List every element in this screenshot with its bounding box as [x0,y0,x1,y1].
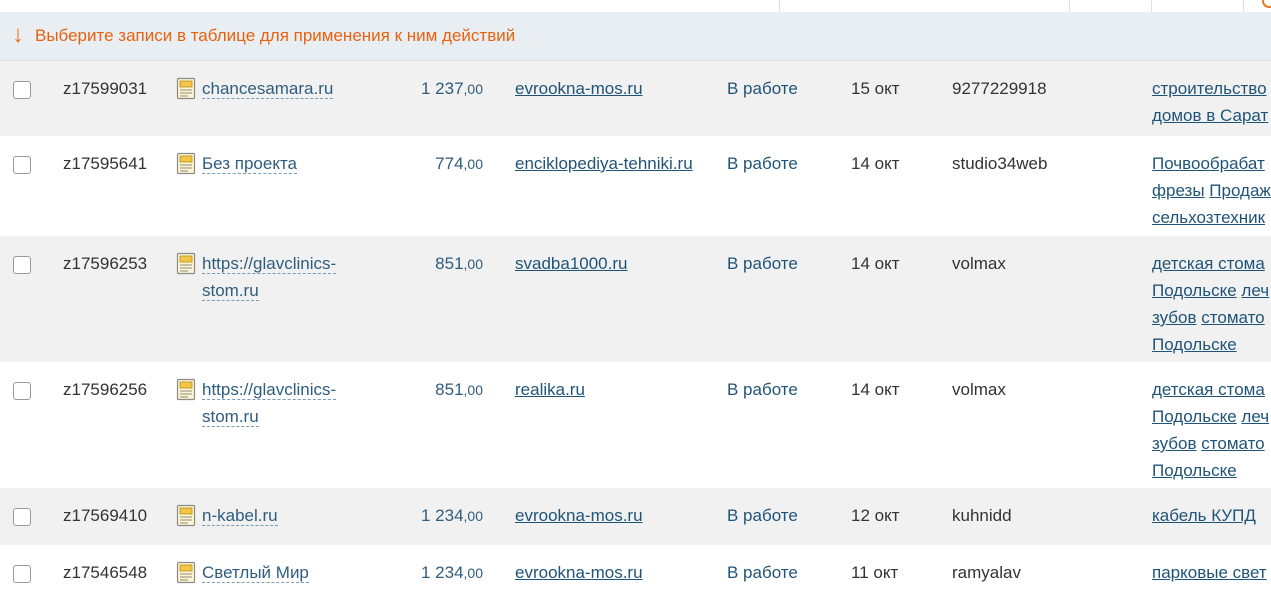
column-divider [1243,0,1244,12]
order-id: z17546548 [63,563,148,582]
keyword-link[interactable]: Подольске [1152,281,1237,300]
row-select-checkbox[interactable] [13,81,31,99]
order-price: 774,00 [435,154,483,173]
order-price: 851,00 [435,254,483,273]
site-link[interactable]: evrookna-mos.ru [515,559,643,586]
table-row[interactable]: z17596253 https://glavclinics-stom.ru 851,… [0,236,1271,362]
keyword-link[interactable]: леч [1241,281,1269,300]
project-link[interactable]: https://glavclinics-stom.ru [202,376,382,430]
keyword-link[interactable]: Почвообрабат [1152,154,1265,173]
keyword-link[interactable]: строительство [1152,79,1267,98]
row-select-checkbox[interactable] [13,565,31,583]
selection-hint-text: Выберите записи в таблице для применения… [35,26,516,45]
table-row[interactable]: z17599031 chancesamara.ru 1 237,00 evrookna… [0,61,1271,136]
user-name: kuhnidd [952,506,1012,525]
site-link[interactable]: evrookna-mos.ru [515,502,643,529]
table-row[interactable]: z17596256 https://glavclinics-stom.ru 851,… [0,362,1271,488]
status-text[interactable]: В работе [727,150,798,177]
order-id: z17595641 [63,154,148,173]
site-link[interactable]: realika.ru [515,376,585,403]
table-row[interactable]: z17595641 Без проекта 774,00 enciklopediya-… [0,136,1271,236]
status-text[interactable]: В работе [727,75,798,102]
order-price: 1 234,00 [420,563,483,582]
order-price: 851,00 [435,380,483,399]
row-select-checkbox[interactable] [13,156,31,174]
status-text[interactable]: В работе [727,250,798,277]
keyword-link[interactable]: парковые свет [1152,563,1267,582]
keywords-cell: детская стома Подольске леч зубов стомато П… [1152,250,1271,358]
project-link[interactable]: https://glavclinics-stom.ru [202,250,382,304]
user-name: volmax [952,380,1006,399]
keyword-link[interactable]: Подольске [1152,407,1237,426]
order-price: 1 234,00 [420,506,483,525]
user-name: volmax [952,254,1006,273]
row-select-checkbox[interactable] [13,508,31,526]
keyword-link[interactable]: леч [1241,407,1269,426]
project-link[interactable]: Светлый Мир [202,559,382,586]
keywords-cell: строительство домов в Сарат [1152,75,1271,129]
project-link[interactable]: n-kabel.ru [202,502,382,529]
user-name: ramyalav [952,563,1021,582]
selection-hint-bar: ↓ Выберите записи в таблице для применен… [0,12,1271,61]
keywords-cell: парковые свет [1152,559,1271,586]
site-link[interactable]: enciklopediya-tehniki.ru [515,150,693,177]
site-link[interactable]: evrookna-mos.ru [515,75,643,102]
row-select-checkbox[interactable] [13,382,31,400]
row-select-checkbox[interactable] [13,256,31,274]
keywords-cell: детская стома Подольске леч зубов стомато П… [1152,376,1271,484]
keyword-link[interactable]: фрезы [1152,181,1205,200]
keywords-cell: кабель КУПД [1152,502,1271,529]
order-date: 12 окт [851,506,900,525]
notification-icon[interactable] [1262,0,1271,8]
user-name: 9277229918 [952,79,1047,98]
order-id: z17599031 [63,79,148,98]
document-icon [176,252,198,276]
keyword-link[interactable]: зубов [1152,308,1197,327]
keyword-link[interactable]: стомато [1201,308,1264,327]
keyword-link[interactable]: Продаж [1209,181,1271,200]
table-row[interactable]: z17546548 Светлый Мир 1 234,00 evrookna-mos… [0,545,1271,600]
project-link[interactable]: chancesamara.ru [202,75,382,102]
keyword-link[interactable]: домов в Сарат [1152,106,1268,125]
keyword-link[interactable]: Подольске [1152,335,1237,354]
keyword-link[interactable]: стомато [1201,434,1264,453]
order-id: z17569410 [63,506,148,525]
keyword-link[interactable]: сельхозтехник [1152,208,1265,227]
status-text[interactable]: В работе [727,502,798,529]
order-id: z17596256 [63,380,148,399]
order-price: 1 237,00 [420,79,483,98]
keyword-link[interactable]: детская стома [1152,254,1265,273]
document-icon [176,378,198,402]
order-date: 15 окт [851,79,900,98]
keyword-link[interactable]: зубов [1152,434,1197,453]
status-text[interactable]: В работе [727,376,798,403]
order-date: 14 окт [851,380,900,399]
document-icon [176,504,198,528]
keyword-link[interactable]: детская стома [1152,380,1265,399]
order-id: z17596253 [63,254,148,273]
arrow-down-icon: ↓ [12,21,24,48]
table-row[interactable]: z17569410 n-kabel.ru 1 234,00 evrookna-mos.… [0,488,1271,545]
keyword-link[interactable]: Подольске [1152,461,1237,480]
order-date: 14 окт [851,154,900,173]
keywords-cell: Почвообрабат фрезы Продаж сельхозтехник [1152,150,1271,231]
project-link[interactable]: Без проекта [202,150,382,177]
document-icon [176,152,198,176]
keyword-link[interactable]: кабель КУПД [1152,506,1256,525]
document-icon [176,561,198,585]
user-name: studio34web [952,154,1048,173]
document-icon [176,77,198,101]
column-divider [1069,0,1070,12]
status-text[interactable]: В работе [727,559,798,586]
column-divider [779,0,780,12]
site-link[interactable]: svadba1000.ru [515,250,627,277]
column-divider [1151,0,1152,12]
order-date: 14 окт [851,254,900,273]
order-date: 11 окт [851,563,899,582]
